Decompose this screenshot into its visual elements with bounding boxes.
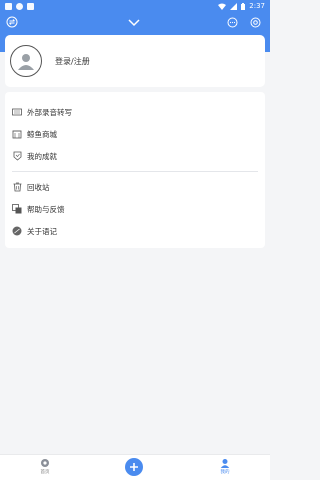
menu-label: 鲸鱼商城	[27, 129, 57, 139]
tab-mine-label: 我的	[220, 470, 230, 475]
notification-icon	[5, 2, 12, 10]
chat-icon	[227, 17, 237, 27]
menu-item-recycle-bin[interactable]: 回收站	[5, 176, 265, 198]
signal-icon	[230, 2, 238, 10]
profile-card[interactable]: 登录/注册	[5, 35, 265, 87]
menu-card: 外部录音转写 鲸鱼商城 我的成就 回收站 帮助与反馈 关于语记	[5, 92, 265, 248]
mine-icon	[220, 459, 230, 468]
add-button[interactable]	[125, 458, 143, 476]
help-icon	[12, 204, 22, 214]
tab-home-label: 首页	[40, 470, 50, 475]
transfer-button[interactable]	[4, 14, 20, 30]
status-bar: 2:37	[0, 0, 270, 12]
menu-divider	[12, 171, 258, 172]
login-register-link[interactable]: 登录/注册	[55, 56, 90, 67]
battery-icon	[241, 2, 246, 10]
app-icon-2	[27, 2, 34, 10]
dropdown-button[interactable]	[126, 15, 142, 31]
wifi-icon	[218, 3, 227, 10]
menu-item-achievements[interactable]: 我的成就	[5, 145, 265, 167]
menu-label: 关于语记	[27, 226, 57, 236]
menu-item-external-transcribe[interactable]: 外部录音转写	[5, 101, 265, 123]
status-right: 2:37	[218, 1, 265, 10]
status-time: 2:37	[249, 1, 265, 10]
home-icon	[41, 459, 49, 467]
menu-label: 外部录音转写	[27, 107, 72, 117]
chevron-down-icon	[128, 19, 140, 27]
app-icon	[16, 2, 23, 10]
status-left	[5, 2, 34, 10]
menu-item-help-feedback[interactable]: 帮助与反馈	[5, 198, 265, 220]
tab-home[interactable]: 首页	[30, 458, 60, 475]
trash-icon	[12, 182, 22, 192]
menu-label: 我的成就	[27, 151, 57, 161]
avatar[interactable]	[10, 45, 42, 77]
settings-icon	[250, 17, 260, 27]
menu-item-whale-store[interactable]: 鲸鱼商城	[5, 123, 265, 145]
keyboard-icon	[12, 107, 22, 117]
menu-label: 帮助与反馈	[27, 204, 65, 214]
about-icon	[12, 226, 22, 236]
menu-label: 回收站	[27, 182, 50, 192]
message-button[interactable]	[224, 14, 240, 30]
store-icon	[12, 129, 22, 139]
transfer-icon	[6, 16, 18, 28]
achievement-icon	[12, 151, 22, 161]
plus-icon	[130, 463, 138, 471]
settings-button[interactable]	[247, 14, 263, 30]
tab-mine[interactable]: 我的	[210, 458, 240, 475]
menu-item-about[interactable]: 关于语记	[5, 220, 265, 242]
user-icon	[18, 54, 34, 70]
